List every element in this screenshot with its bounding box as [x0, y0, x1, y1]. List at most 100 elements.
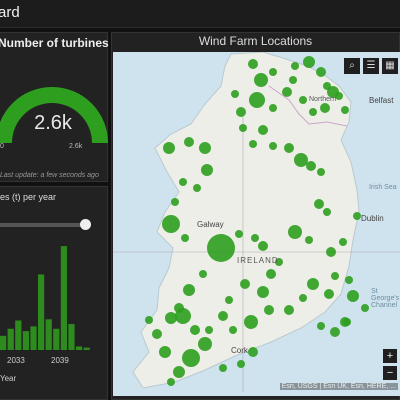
year-slider-handle[interactable] — [80, 219, 91, 230]
histogram-bar[interactable] — [60, 246, 67, 350]
wind-farm-marker[interactable] — [314, 199, 324, 209]
wind-farm-marker[interactable] — [347, 290, 359, 302]
wind-farm-marker[interactable] — [152, 329, 162, 339]
wind-farm-marker[interactable] — [284, 143, 294, 153]
grid-icon[interactable]: ▦ — [382, 58, 398, 74]
wind-farm-marker[interactable] — [237, 360, 245, 368]
wind-farm-marker[interactable] — [269, 104, 277, 112]
wind-farm-marker[interactable] — [171, 198, 179, 206]
wind-farm-marker[interactable] — [339, 238, 347, 246]
wind-farm-marker[interactable] — [184, 137, 194, 147]
wind-farm-marker[interactable] — [229, 326, 237, 334]
wind-farm-marker[interactable] — [345, 276, 353, 284]
wind-farm-marker[interactable] — [190, 325, 200, 335]
wind-farm-marker[interactable] — [199, 270, 207, 278]
wind-farm-marker[interactable] — [306, 161, 316, 171]
histogram-bar[interactable] — [53, 328, 60, 350]
histogram-bar[interactable] — [83, 347, 90, 350]
wind-farm-marker[interactable] — [162, 215, 180, 233]
wind-farm-marker[interactable] — [218, 311, 228, 321]
histogram-bar[interactable] — [45, 319, 52, 350]
histogram-bar[interactable] — [30, 326, 37, 350]
dashboard-title: ard — [0, 4, 20, 21]
wind-farm-marker[interactable] — [183, 284, 195, 296]
wind-farm-marker[interactable] — [225, 296, 233, 304]
wind-farm-marker[interactable] — [316, 67, 326, 77]
wind-farm-marker[interactable] — [331, 272, 339, 280]
wind-farm-marker[interactable] — [258, 241, 268, 251]
wind-farm-marker[interactable] — [317, 322, 325, 330]
wind-farm-marker[interactable] — [163, 142, 175, 154]
wind-farm-marker[interactable] — [303, 56, 315, 68]
wind-farm-marker[interactable] — [323, 208, 331, 216]
wind-farm-marker[interactable] — [201, 164, 213, 176]
histogram-bar[interactable] — [38, 274, 45, 350]
wind-farm-marker[interactable] — [167, 378, 175, 386]
wind-farm-marker[interactable] — [173, 366, 185, 378]
wind-farm-marker[interactable] — [219, 364, 227, 372]
wind-farm-marker[interactable] — [264, 305, 274, 315]
wind-farm-marker[interactable] — [249, 140, 257, 148]
wind-farm-marker[interactable] — [231, 90, 239, 98]
zoom-out-button[interactable]: − — [383, 366, 397, 380]
wind-farm-marker[interactable] — [179, 178, 187, 186]
wind-farm-marker[interactable] — [361, 304, 369, 312]
wind-farm-marker[interactable] — [258, 125, 268, 135]
wind-farm-marker[interactable] — [307, 278, 319, 290]
wind-farm-marker[interactable] — [299, 96, 307, 104]
histogram-bar[interactable] — [15, 320, 22, 351]
wind-farm-marker[interactable] — [165, 312, 177, 324]
wind-farm-marker[interactable] — [248, 59, 258, 69]
wind-farm-marker[interactable] — [199, 142, 211, 154]
wind-farm-marker[interactable] — [326, 247, 336, 257]
wind-farm-marker[interactable] — [257, 286, 269, 298]
wind-farm-marker[interactable] — [182, 349, 200, 367]
wind-farm-marker[interactable] — [236, 107, 246, 117]
wind-farm-marker[interactable] — [251, 234, 259, 242]
histogram-bar[interactable] — [0, 335, 7, 350]
map-view[interactable]: Northern Belfast Dublin Galway IRELAND C… — [113, 52, 400, 396]
wind-farm-marker[interactable] — [282, 87, 292, 97]
wind-farm-marker[interactable] — [239, 124, 247, 132]
list-icon[interactable]: ☰ — [363, 58, 379, 74]
wind-farm-marker[interactable] — [269, 142, 277, 150]
wind-farm-marker[interactable] — [317, 168, 325, 176]
wind-farm-marker[interactable] — [207, 234, 235, 262]
wind-farm-marker[interactable] — [289, 76, 297, 84]
wind-farm-marker[interactable] — [320, 103, 330, 113]
histogram-bar[interactable] — [22, 331, 29, 350]
wind-farm-marker[interactable] — [249, 92, 265, 108]
wind-farm-marker[interactable] — [254, 73, 268, 87]
wind-farm-marker[interactable] — [309, 108, 317, 116]
histogram-bar[interactable] — [7, 328, 14, 350]
wind-farm-marker[interactable] — [181, 234, 189, 242]
histogram-bar[interactable] — [76, 346, 83, 350]
histogram-bar[interactable] — [68, 324, 75, 350]
wind-farm-marker[interactable] — [305, 236, 313, 244]
wind-farm-marker[interactable] — [198, 337, 212, 351]
wind-farm-marker[interactable] — [159, 346, 171, 358]
wind-farm-marker[interactable] — [240, 279, 250, 289]
wind-farm-marker[interactable] — [294, 153, 308, 167]
wind-farm-marker[interactable] — [266, 269, 276, 279]
zoom-in-button[interactable]: + — [383, 349, 397, 363]
wind-farm-marker[interactable] — [205, 326, 213, 334]
wind-farm-marker[interactable] — [235, 230, 243, 238]
wind-farm-marker[interactable] — [330, 327, 340, 337]
wind-farm-marker[interactable] — [193, 184, 201, 192]
wind-farm-marker[interactable] — [244, 315, 258, 329]
wind-farm-marker[interactable] — [269, 68, 277, 76]
wind-farm-marker[interactable] — [324, 289, 334, 299]
wind-farm-marker[interactable] — [175, 308, 191, 324]
wind-farm-marker[interactable] — [340, 317, 350, 327]
wind-farm-marker[interactable] — [248, 347, 258, 357]
wind-farm-marker[interactable] — [353, 212, 361, 220]
year-slider-track[interactable] — [0, 223, 88, 227]
wind-farm-marker[interactable] — [341, 106, 349, 114]
wind-farm-marker[interactable] — [288, 225, 302, 239]
wind-farm-marker[interactable] — [291, 62, 299, 70]
wind-farm-marker[interactable] — [299, 294, 307, 302]
search-icon[interactable]: ⌕ — [344, 58, 360, 74]
wind-farm-marker[interactable] — [145, 316, 153, 324]
wind-farm-marker[interactable] — [284, 305, 294, 315]
